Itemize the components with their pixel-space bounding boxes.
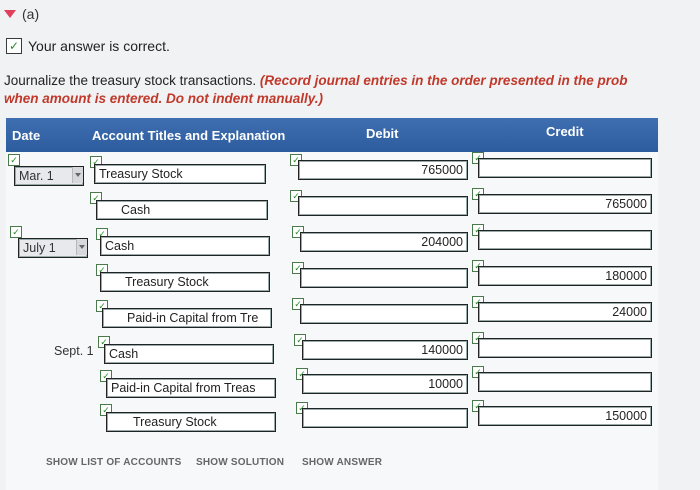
account-field[interactable]: Paid-in Capital from Tre xyxy=(102,308,272,328)
credit-field[interactable]: 24000 xyxy=(478,302,652,322)
account-field[interactable]: Paid-in Capital from Treas xyxy=(106,378,276,398)
instructions-main: Journalize the treasury stock transactio… xyxy=(4,73,257,88)
show-solution-button[interactable]: SHOW SOLUTION xyxy=(196,457,284,468)
date-label: Sept. 1 xyxy=(54,344,94,358)
debit-field[interactable]: 204000 xyxy=(300,232,468,252)
instructions-note-2: when amount is entered. Do not indent ma… xyxy=(4,91,324,106)
collapse-triangle-icon[interactable] xyxy=(4,10,16,18)
account-field[interactable]: Treasury Stock xyxy=(100,272,270,292)
instructions-note-1: (Record journal entries in the order pre… xyxy=(259,73,628,88)
header-account: Account Titles and Explanation xyxy=(92,128,286,143)
debit-field[interactable] xyxy=(302,408,468,428)
account-field[interactable]: Treasury Stock xyxy=(106,412,276,432)
credit-field[interactable]: 765000 xyxy=(478,194,652,214)
account-field[interactable]: Cash xyxy=(104,344,274,364)
debit-field[interactable]: 140000 xyxy=(302,340,468,360)
show-answer-button[interactable]: SHOW ANSWER xyxy=(302,457,382,468)
table-header: Date Account Titles and Explanation Debi… xyxy=(6,118,658,152)
debit-field[interactable] xyxy=(300,268,468,288)
checkmark-icon: ✓ xyxy=(6,38,22,54)
correct-message: Your answer is correct. xyxy=(28,38,170,54)
debit-field[interactable] xyxy=(298,196,468,216)
chevron-down-icon[interactable] xyxy=(76,239,87,255)
account-field[interactable]: Cash xyxy=(100,236,270,256)
debit-field[interactable]: 765000 xyxy=(298,160,468,180)
account-field[interactable]: Treasury Stock xyxy=(94,164,266,184)
show-list-button[interactable]: SHOW LIST OF ACCOUNTS xyxy=(46,457,182,468)
row-check-icon: ✓ xyxy=(8,154,20,166)
journal-table: Date Account Titles and Explanation Debi… xyxy=(6,118,658,490)
debit-field[interactable] xyxy=(300,304,468,324)
credit-field[interactable] xyxy=(478,158,652,178)
credit-field[interactable] xyxy=(478,230,652,250)
account-field[interactable]: Cash xyxy=(96,200,268,220)
credit-field[interactable] xyxy=(478,338,652,358)
part-header[interactable]: (a) xyxy=(4,6,39,22)
instructions: Journalize the treasury stock transactio… xyxy=(4,72,700,108)
chevron-down-icon[interactable] xyxy=(72,167,83,183)
credit-field[interactable]: 180000 xyxy=(478,266,652,286)
debit-field[interactable]: 10000 xyxy=(302,374,468,394)
header-date: Date xyxy=(12,128,41,143)
credit-field[interactable] xyxy=(478,372,652,392)
part-label: (a) xyxy=(22,6,40,22)
header-debit: Debit xyxy=(366,126,399,141)
header-credit: Credit xyxy=(546,124,584,139)
correct-banner: ✓ Your answer is correct. xyxy=(6,38,170,54)
credit-field[interactable]: 150000 xyxy=(478,406,652,426)
row-check-icon: ✓ xyxy=(10,226,22,238)
